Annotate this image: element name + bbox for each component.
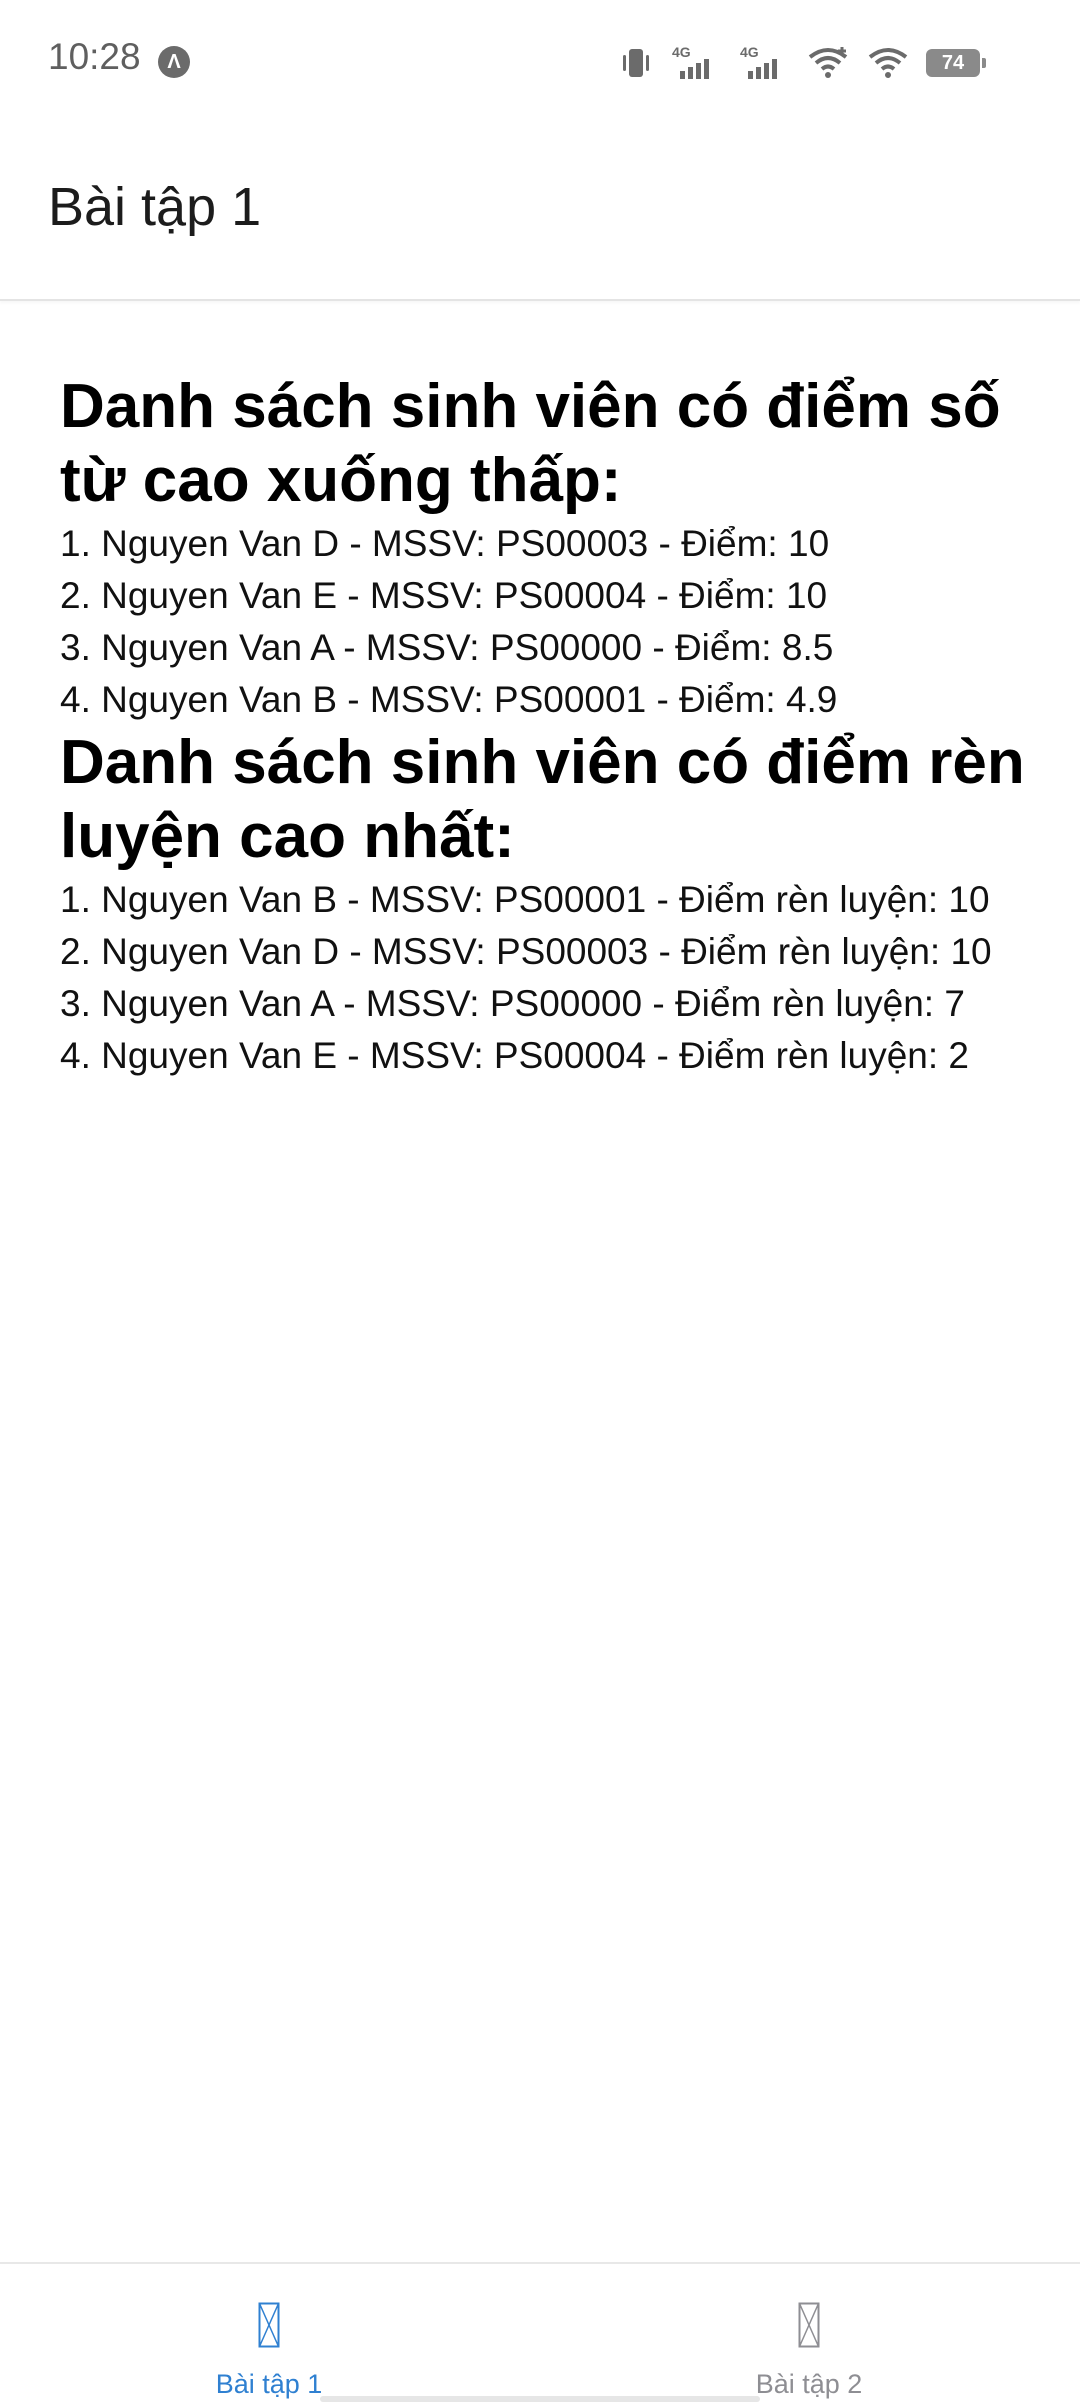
bottom-tab-bar: Bài tập 1 Bài tập 2	[0, 2262, 1080, 2408]
app-screen: 10:28 Λ 4G 4G 74 Bài tập 1 Danh sách sin…	[0, 0, 1080, 2408]
app-header: Bài tập 1	[0, 125, 1080, 301]
list-item: 1. Nguyen Van D - MSSV: PS00003 - Điểm: …	[60, 523, 830, 564]
conduct-ranking-heading: Danh sách sinh viên có điểm rèn luyện ca…	[60, 728, 1025, 871]
wifi-plus-icon	[808, 47, 848, 78]
status-bar: 10:28 Λ 4G 4G 74	[0, 0, 1080, 125]
tab-bai-tap-2[interactable]: Bài tập 2	[540, 2264, 1080, 2408]
list-item: 4. Nguyen Van E - MSSV: PS00004 - Điểm r…	[60, 1035, 970, 1076]
list-item: 1. Nguyen Van B - MSSV: PS00001 - Điểm r…	[60, 879, 990, 920]
content-area: Danh sách sinh viên có điểm số từ cao xu…	[60, 370, 1030, 1082]
battery-icon: 74	[926, 49, 986, 77]
cellular-signal-2-icon: 4G	[740, 44, 777, 79]
list-item: 4. Nguyen Van B - MSSV: PS00001 - Điểm: …	[60, 679, 838, 720]
svg-text:4G: 4G	[672, 44, 691, 60]
app-notification-icon: Λ	[158, 46, 190, 78]
page-title: Bài tập 1	[48, 177, 262, 237]
missing-glyph-icon	[258, 2302, 280, 2348]
missing-glyph-icon	[798, 2302, 820, 2348]
tab-bai-tap-1[interactable]: Bài tập 1	[0, 2264, 540, 2408]
list-item: 3. Nguyen Van A - MSSV: PS00000 - Điểm r…	[60, 983, 965, 1024]
status-icons: 4G 4G 74	[618, 38, 986, 88]
home-indicator[interactable]	[320, 2396, 760, 2402]
list-item: 2. Nguyen Van E - MSSV: PS00004 - Điểm: …	[60, 575, 828, 616]
list-item: 2. Nguyen Van D - MSSV: PS00003 - Điểm r…	[60, 931, 992, 972]
vibrate-icon	[623, 49, 649, 77]
svg-text:4G: 4G	[740, 44, 759, 60]
score-ranking-section: Danh sách sinh viên có điểm số từ cao xu…	[60, 370, 1030, 726]
wifi-icon	[868, 48, 908, 78]
cellular-signal-icon: 4G	[672, 44, 709, 79]
status-time: 10:28	[48, 36, 141, 77]
conduct-ranking-section: Danh sách sinh viên có điểm rèn luyện ca…	[60, 726, 1030, 1082]
list-item: 3. Nguyen Van A - MSSV: PS00000 - Điểm: …	[60, 627, 834, 668]
score-ranking-heading: Danh sách sinh viên có điểm số từ cao xu…	[60, 372, 1001, 515]
